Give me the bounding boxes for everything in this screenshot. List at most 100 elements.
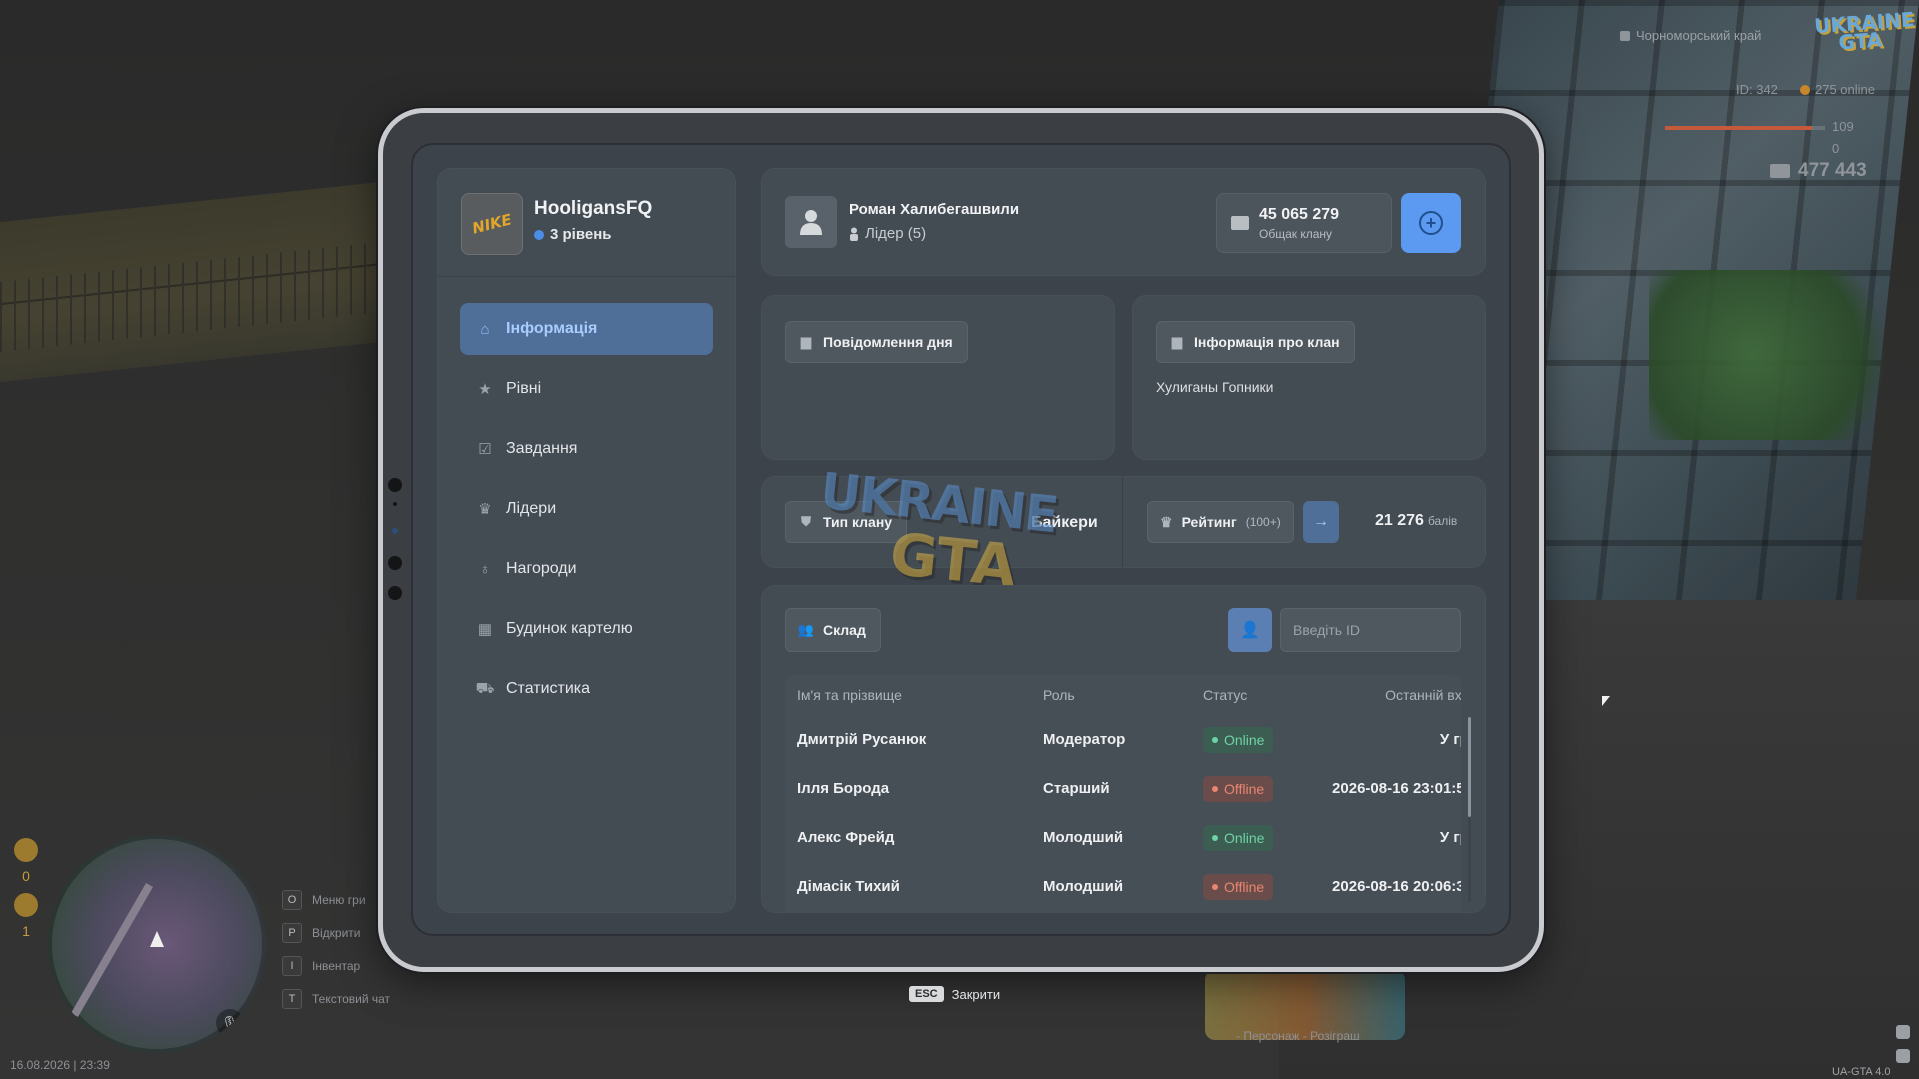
roster-panel: 👥 Склад 👤 Ім'я та прізвище Роль Статус О… — [761, 585, 1486, 913]
nav-item-3[interactable]: ☑ Завдання — [460, 423, 713, 475]
nav-item-2[interactable]: ★ Рівні — [460, 363, 713, 415]
member-last-login: 2026-08-16 23:01:55 — [1332, 780, 1461, 797]
status-dot-icon — [1212, 785, 1218, 792]
health-bar-fill — [1665, 126, 1813, 130]
coin-icon — [1800, 84, 1810, 95]
status-dot-icon — [1212, 883, 1218, 890]
wallet-icon — [1231, 216, 1249, 230]
shield-icon — [1620, 30, 1630, 41]
column-last-login: Останній вхід — [1385, 687, 1461, 703]
medal-icon: ♁ — [479, 560, 491, 578]
table-row[interactable]: Дмитрій Русанюк Модератор Online У грі — [785, 715, 1461, 764]
roster-chip: 👥 Склад — [785, 608, 881, 652]
tablet-camera — [386, 478, 404, 600]
camera-dot — [393, 502, 397, 506]
online-count-label: 275 online — [1815, 82, 1875, 97]
minimap[interactable]: 🎙 — [48, 835, 266, 1053]
rating-open-button[interactable]: → — [1303, 501, 1339, 543]
table-row[interactable]: Дімасік Тихий Молодший Offline 2026-08-16 2… — [785, 862, 1461, 911]
table-row[interactable]: Алекс Фрейд Молодший Online У грі — [785, 813, 1461, 862]
status-badge: Online — [1203, 726, 1274, 753]
roster-title: Склад — [823, 622, 866, 638]
nav-item-4[interactable]: ♛ Лідери — [460, 483, 713, 535]
key-hint-label: Відкрити — [312, 925, 361, 940]
nav-item-label: Завдання — [506, 440, 578, 457]
document-icon: ▆ — [1172, 334, 1182, 349]
esc-key: ESC — [909, 986, 944, 1002]
member-role: Модератор — [1043, 731, 1126, 748]
date-time: 16.08.2026 | 23:39 — [10, 1058, 110, 1072]
member-name: Ілля Борода — [797, 780, 890, 797]
home-icon: ⌂ — [480, 320, 490, 338]
key-hint-label: Меню гри — [312, 892, 366, 907]
nav-item-label: Нагороди — [506, 560, 577, 577]
plus-circle-icon: + — [1419, 211, 1443, 235]
arrow-right-icon: → — [1313, 513, 1329, 530]
clan-type-rating-panel: ⛊ Тип клану Байкери ♛ Рейтинг (100+) → 2… — [761, 476, 1486, 568]
message-of-day-title: Повідомлення дня — [823, 334, 953, 350]
car-icon: ⛟ — [475, 679, 495, 697]
crown-icon: ♛ — [478, 501, 492, 518]
status-label: Online — [1224, 829, 1265, 846]
clan-header: NIKE HooligansFQ 3 рівень — [437, 168, 736, 277]
star-coin-icon — [14, 893, 38, 917]
key-cap: T — [282, 988, 302, 1009]
status-badge: Online — [1203, 824, 1274, 851]
hud-region: Чорноморський край — [1620, 28, 1761, 43]
key-hint-label: Текстовий чат — [312, 991, 391, 1006]
minimap-road — [71, 883, 153, 1017]
key-hints: O Меню гри P Відкрити I Інвентар T Текстовий ча… — [282, 883, 390, 1015]
rating-label: Рейтинг — [1181, 514, 1237, 530]
deposit-button[interactable]: + — [1401, 193, 1461, 253]
nav-item-1[interactable]: ⌂ Інформація — [460, 303, 713, 355]
nav-item-6[interactable]: ▦ Будинок картелю — [460, 603, 713, 655]
clan-bank-amount: 45 065 279 — [1259, 206, 1340, 223]
nav-item-7[interactable]: ⛟ Статистика — [460, 663, 713, 715]
key-cap: I — [282, 955, 302, 976]
hud-stat-2-value: 1 — [22, 923, 30, 939]
nav-item-label: Будинок картелю — [506, 620, 633, 637]
hud-stat-1-value: 0 — [22, 868, 30, 884]
microphone-icon: 🎙 — [216, 1009, 244, 1037]
health-value: 109 — [1832, 119, 1854, 134]
member-last-login: 2026-08-16 20:06:38 — [1332, 878, 1461, 895]
close-hint[interactable]: ESC Закрити — [909, 986, 1000, 1002]
roster-scrollbar[interactable] — [1468, 717, 1471, 902]
nav-item-label: Статистика — [506, 680, 591, 697]
rating-chip: ♛ Рейтинг (100+) — [1147, 501, 1294, 543]
clan-description: Хулиганы Гопники — [1156, 379, 1274, 395]
clan-sidebar: NIKE HooligansFQ 3 рівень ⌂ Інформація ★ Рі… — [437, 168, 736, 913]
server-logo: UKRAINE GTA — [1813, 7, 1915, 61]
player-id: ID: 342 — [1736, 82, 1778, 97]
hud-stat-2: 1 — [13, 893, 39, 939]
camera-dot — [388, 586, 402, 600]
camera-dot — [388, 556, 402, 570]
badge-icon — [14, 838, 38, 862]
nav-item-label: Лідери — [506, 500, 557, 517]
nav-item-5[interactable]: ♁ Нагороди — [460, 543, 713, 595]
player-arrow-icon — [150, 931, 164, 947]
column-role: Роль — [1043, 687, 1075, 703]
user-card: Роман Халибегашвили Лідер (5) 45 065 279… — [761, 168, 1486, 276]
camera-dot — [388, 478, 402, 492]
rating-value: 21 276 балів — [1375, 512, 1457, 530]
camera-dot — [392, 528, 398, 534]
member-id-input[interactable] — [1280, 608, 1461, 652]
clan-type-value: Байкери — [1031, 514, 1098, 531]
key-hint: O Меню гри — [282, 883, 390, 916]
scrollbar-thumb[interactable] — [1468, 717, 1471, 817]
rating-points: 21 276 — [1375, 512, 1424, 529]
column-status: Статус — [1203, 687, 1248, 703]
member-name: Дімасік Тихий — [797, 878, 900, 895]
message-icon: ▆ — [801, 334, 811, 349]
avatar — [785, 196, 837, 248]
star-icon: ★ — [478, 381, 492, 398]
member-name: Алекс Фрейд — [797, 829, 895, 846]
clan-type-label: Тип клану — [823, 514, 893, 530]
table-row[interactable]: Ілля Борода Старший Offline 2026-08-16 23:0… — [785, 764, 1461, 813]
add-member-button[interactable]: 👤 — [1228, 608, 1272, 652]
armor-value: 0 — [1832, 141, 1840, 156]
clan-info-title: Інформація про клан — [1194, 334, 1340, 350]
checkbox-icon: ☑ — [478, 441, 492, 458]
location-icon — [1896, 1049, 1910, 1063]
